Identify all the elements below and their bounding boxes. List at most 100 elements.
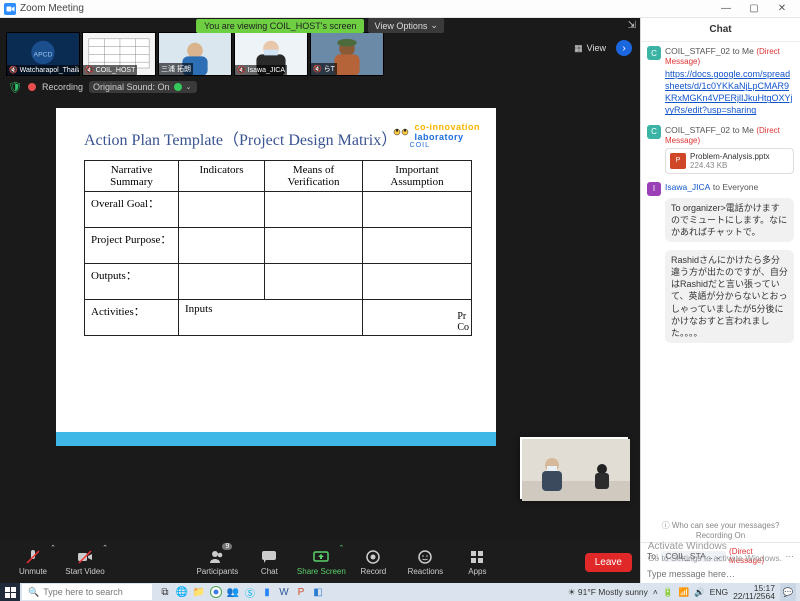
chat-message: C COIL_STAFF_02 to Me (Direct Message) P… [647, 125, 794, 174]
chevron-up-icon[interactable]: ⌃ [50, 544, 56, 552]
chat-file-attachment[interactable]: P Problem-Analysis.pptx 224.43 KB [665, 148, 794, 174]
shared-screen: Action Plan Template（Project Design Matr… [0, 98, 640, 541]
close-button[interactable]: ✕ [768, 1, 796, 17]
recording-label: Recording [42, 82, 83, 92]
chevron-up-icon[interactable]: ⌃ [102, 544, 108, 552]
edge-icon[interactable]: 🌐 [175, 585, 189, 599]
participant-tile[interactable]: APCD 🔇 Watcharapol_Thailand [6, 32, 80, 76]
grid-icon: ▦ [574, 43, 583, 54]
original-sound-toggle[interactable]: Original Sound: On ⌄ [89, 81, 197, 93]
window-title: Zoom Meeting [20, 3, 84, 14]
zoom-window: Zoom Meeting — ▢ ✕ You are viewing COIL_… [0, 0, 800, 583]
chat-button[interactable]: Chat [244, 542, 294, 582]
task-view-icon[interactable]: ⧉ [158, 585, 172, 599]
camera-off-icon [77, 549, 93, 565]
view-options-dropdown[interactable]: View Options ⌄ [369, 18, 444, 33]
mic-muted-icon: 🔇 [313, 66, 322, 73]
participant-tile[interactable]: 🔇 らT [310, 32, 384, 76]
zoom-logo-icon [4, 3, 16, 15]
chat-panel: Chat C COIL_STAFF_02 to Me (Direct Messa… [640, 18, 800, 583]
taskbar: 🔍 Type here to search ⧉ 🌐 📁 👥 Ⓢ ▮ W P ◧ … [0, 583, 800, 601]
recording-bar: 🛡 Recording Original Sound: On ⌄ [0, 76, 640, 98]
search-icon: 🔍 [28, 587, 39, 598]
battery-icon[interactable]: 🔋 [663, 587, 674, 598]
explorer-icon[interactable]: 📁 [192, 585, 206, 599]
avatar: C [647, 125, 661, 139]
reactions-button[interactable]: Reactions [400, 542, 450, 582]
slide: Action Plan Template（Project Design Matr… [56, 108, 496, 446]
maximize-button[interactable]: ▢ [740, 1, 768, 17]
record-icon [365, 549, 381, 565]
mic-muted-icon: 🔇 [237, 67, 246, 74]
participants-count: 9 [222, 543, 232, 550]
weather-widget[interactable]: ☀ 91°F Mostly sunny [568, 587, 648, 598]
zoom-taskbar-icon[interactable]: ▮ [260, 585, 274, 599]
share-screen-button[interactable]: ⌃ Share Screen [296, 542, 346, 582]
avatar: C [647, 46, 661, 60]
activate-windows-watermark: Activate Windows Go to Settings to activ… [648, 541, 782, 563]
view-label: View [587, 43, 606, 53]
encryption-icon[interactable]: 🛡 [8, 81, 22, 94]
chat-link[interactable]: https://docs.google.com/spreadsheets/d/1… [665, 69, 793, 115]
minimize-button[interactable]: — [712, 1, 740, 17]
coil-logo-icon [391, 122, 411, 142]
chevron-up-icon[interactable]: ⌃ [339, 544, 345, 552]
chat-more-icon[interactable]: ⋯ [786, 551, 795, 562]
word-icon[interactable]: W [277, 585, 291, 599]
chevron-down-icon: ⌄ [186, 83, 192, 91]
chat-icon [261, 549, 277, 565]
mic-muted-icon [25, 549, 41, 565]
participant-tile[interactable]: 三浦 拓朗 [158, 32, 232, 76]
svg-text:APCD: APCD [34, 51, 53, 58]
start-video-button[interactable]: ⌃ Start Video [60, 542, 110, 582]
wifi-icon[interactable]: 📶 [678, 587, 689, 598]
unmute-button[interactable]: ⌃ Unmute [8, 542, 58, 582]
gallery-next-button[interactable]: › [616, 40, 632, 56]
avatar: I [647, 182, 661, 196]
view-mode-button[interactable]: ▦ View › [574, 40, 632, 56]
apps-icon [469, 549, 485, 565]
desktop: Zoom Meeting — ▢ ✕ You are viewing COIL_… [0, 0, 800, 601]
chat-message: C COIL_STAFF_02 to Me (Direct Message) h… [647, 46, 794, 117]
zoom-toolbar: ⌃ Unmute ⌃ Start Video 9 Participants [0, 541, 640, 583]
system-tray: ☀ 91°F Mostly sunny ˄ 🔋 📶 🔊 ENG 15:17 22… [564, 583, 800, 601]
chat-visibility-note[interactable]: ⓘ Who can see your messages? Recording O… [641, 518, 800, 542]
app-icon[interactable]: ◧ [311, 585, 325, 599]
powerpoint-icon[interactable]: P [294, 585, 308, 599]
skype-icon[interactable]: Ⓢ [243, 585, 257, 599]
participant-tile[interactable]: 🔇 Isawa_JICA [234, 32, 308, 76]
chrome-icon[interactable] [209, 585, 223, 599]
chat-input[interactable] [647, 565, 794, 579]
record-button[interactable]: Record [348, 542, 398, 582]
screenshare-banner: You are viewing COIL_HOST's screen [196, 19, 364, 33]
chat-message: I Isawa_JICA to Everyone To organizer>電話… [647, 182, 794, 242]
recording-dot-icon [28, 83, 36, 91]
start-button[interactable] [0, 583, 20, 601]
leave-button[interactable]: Leave [585, 553, 632, 572]
exit-fullscreen-icon[interactable]: ⇲ [628, 20, 636, 31]
chat-messages[interactable]: C COIL_STAFF_02 to Me (Direct Message) h… [641, 42, 800, 518]
zoom-titlebar: Zoom Meeting — ▢ ✕ [0, 0, 800, 18]
language-indicator[interactable]: ENG [710, 587, 728, 597]
windows-logo-icon [5, 587, 16, 598]
teams-icon[interactable]: 👥 [226, 585, 240, 599]
participant-tile[interactable]: 🔇 COIL_HOST [82, 32, 156, 76]
apps-button[interactable]: Apps [452, 542, 502, 582]
clock[interactable]: 15:17 22/11/2564 [733, 584, 775, 601]
view-options-label: View Options [375, 21, 428, 31]
pdm-table: Narrative Summary Indicators Means of Ve… [84, 160, 472, 336]
volume-icon[interactable]: 🔊 [694, 587, 705, 598]
taskbar-pinned: ⧉ 🌐 📁 👥 Ⓢ ▮ W P ◧ [154, 585, 329, 599]
chevron-down-icon: ⌄ [430, 20, 438, 31]
tray-chevron-icon[interactable]: ˄ [653, 587, 658, 597]
chat-message: Rashidさんにかけたら多分違う方が出たのですが、自分はRashidだと言い張… [647, 250, 794, 343]
pptx-icon: P [670, 153, 686, 169]
coil-logo: co-innovation laboratory [391, 122, 481, 142]
action-center-icon[interactable]: 💬 [780, 583, 796, 601]
slide-footer-bar [56, 432, 496, 446]
participants-button[interactable]: 9 Participants [192, 542, 242, 582]
meeting-area: You are viewing COIL_HOST's screen View … [0, 18, 640, 583]
reactions-icon [417, 549, 433, 565]
active-speaker-pip[interactable] [520, 437, 628, 499]
taskbar-search[interactable]: 🔍 Type here to search [22, 584, 152, 600]
